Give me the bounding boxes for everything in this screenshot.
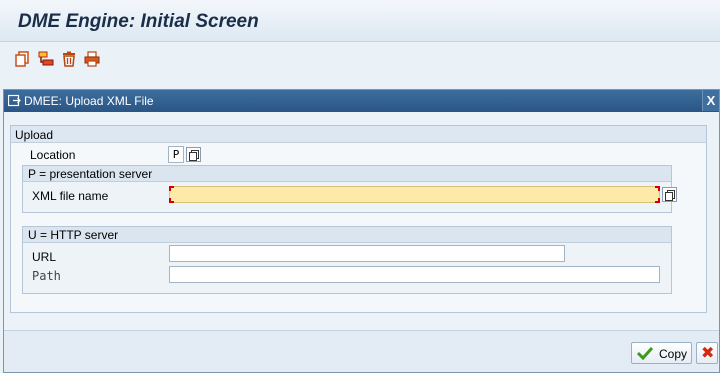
url-input[interactable]	[169, 245, 565, 262]
dialog-title: DMEE: Upload XML File	[24, 94, 154, 108]
application-toolbar	[0, 42, 720, 76]
url-label: URL	[32, 250, 57, 264]
location-value-help-icon[interactable]	[186, 147, 201, 162]
location-label: Location	[30, 148, 76, 162]
print-icon[interactable]	[84, 51, 100, 67]
required-marker-right-bottom	[655, 198, 660, 203]
new-document-icon[interactable]	[14, 51, 30, 67]
screen-title-bar: DME Engine: Initial Screen	[0, 0, 720, 42]
cancel-icon: ✖	[701, 343, 715, 362]
dialog-title-bar: DMEE: Upload XML File X	[4, 90, 719, 112]
required-marker-left-bottom	[169, 198, 174, 203]
xml-file-name-label: XML file name	[32, 189, 109, 203]
required-marker-right-top	[655, 186, 660, 191]
copy-button-label: Copy	[659, 347, 688, 361]
presentation-server-group: P = presentation server XML file name	[22, 165, 677, 213]
delete-icon[interactable]	[61, 51, 77, 67]
upload-section-header: Upload	[11, 126, 706, 143]
location-field[interactable]: P	[168, 146, 184, 163]
path-label: Path	[32, 269, 61, 283]
http-server-header: U = HTTP server	[23, 227, 671, 243]
upload-section: Upload Location P P = presentation serve…	[10, 125, 707, 313]
close-icon[interactable]: X	[702, 90, 719, 111]
presentation-server-header: P = presentation server	[23, 166, 671, 182]
window-icon	[8, 94, 21, 107]
http-server-group: U = HTTP server URL Path	[22, 226, 672, 294]
upload-xml-dialog: DMEE: Upload XML File X Upload Location …	[3, 89, 720, 373]
path-input[interactable]	[169, 266, 660, 283]
checkmark-icon	[637, 346, 653, 360]
cancel-button[interactable]: ✖	[696, 342, 718, 364]
xml-file-browse-icon[interactable]	[662, 187, 677, 202]
required-marker-left-top	[169, 186, 174, 191]
dialog-footer: Copy ✖	[4, 330, 719, 372]
screen-title: DME Engine: Initial Screen	[18, 11, 259, 32]
xml-file-name-input[interactable]	[169, 186, 660, 203]
transport-icon[interactable]	[38, 51, 54, 67]
copy-button[interactable]: Copy	[631, 342, 692, 364]
